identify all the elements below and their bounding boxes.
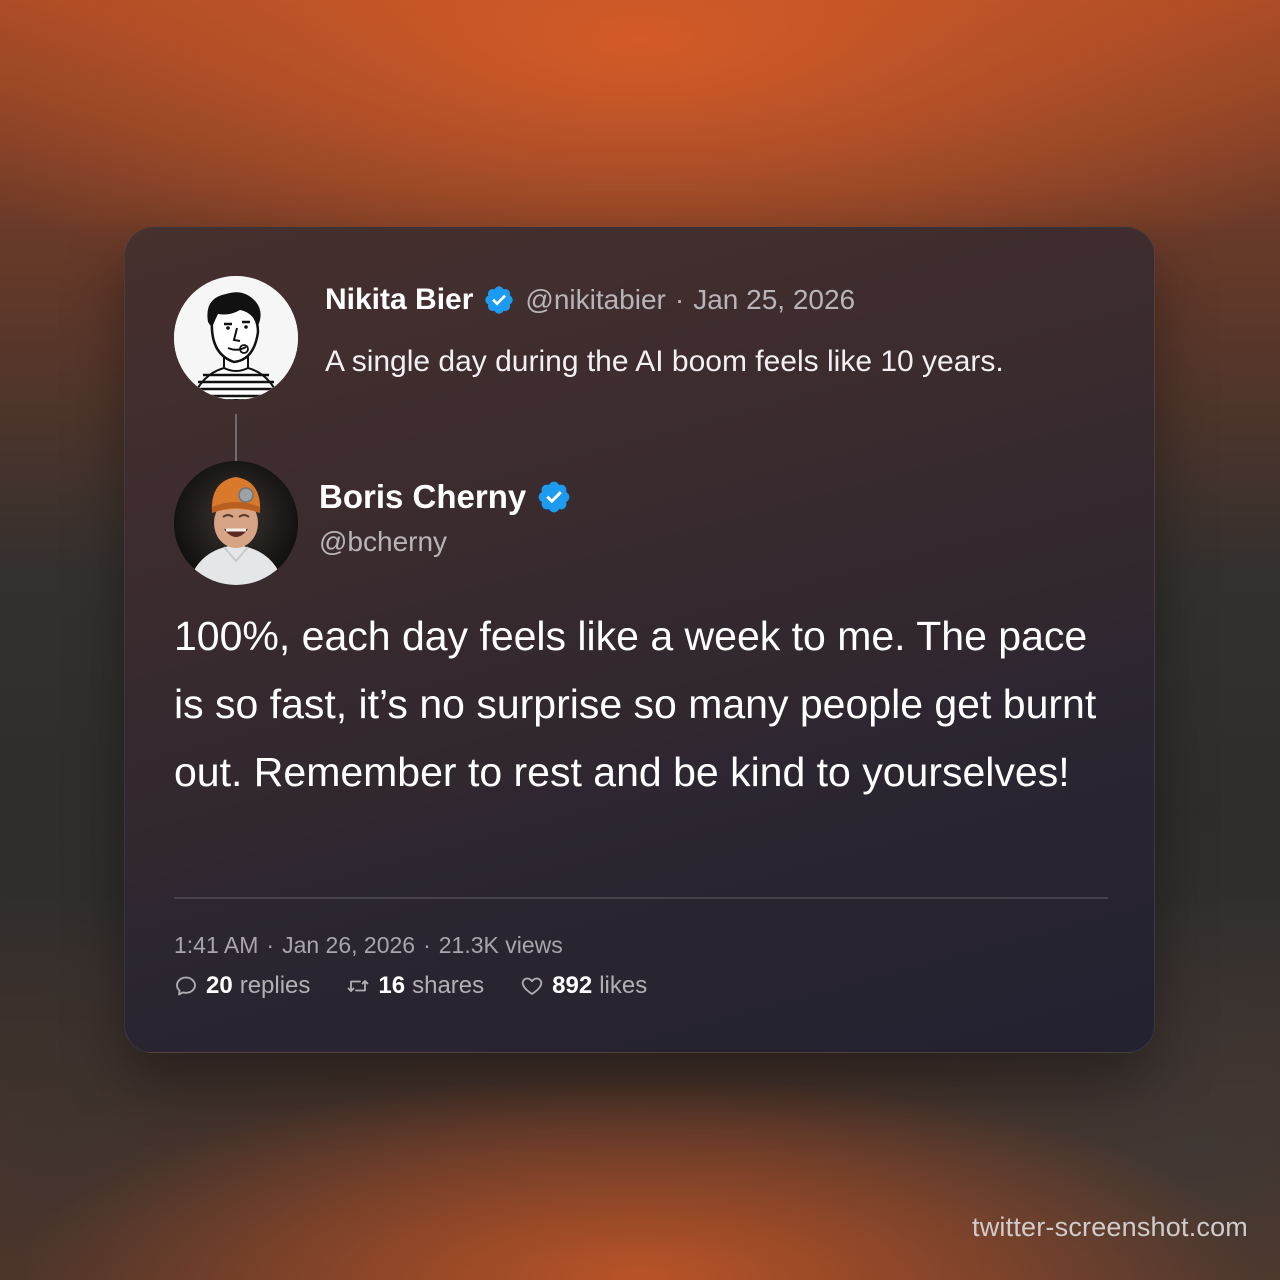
likes-stat[interactable]: 892 likes <box>520 972 647 1000</box>
shares-stat[interactable]: 16 shares <box>346 972 484 1000</box>
thread-connector-line <box>235 414 237 464</box>
parent-author-handle[interactable]: @nikitabier <box>525 284 665 316</box>
likes-count: 892 <box>552 972 593 999</box>
retweet-icon <box>346 974 370 998</box>
author-handle[interactable]: @bcherny <box>319 526 447 558</box>
watermark: twitter-screenshot.com <box>972 1212 1248 1242</box>
tweet-text: 100%, each day feels like a week to me. … <box>174 613 1097 795</box>
tweet-time[interactable]: 1:41 AM <box>174 932 258 959</box>
parent-tweet-text: A single day during the AI boom feels li… <box>325 345 1004 378</box>
shares-count: 16 <box>378 972 406 999</box>
tweet-views: 21.3K views <box>438 932 563 958</box>
sketch-portrait-icon <box>174 276 298 400</box>
replies-count: 20 <box>206 972 233 999</box>
shares-label: shares <box>412 972 485 999</box>
tweet-date[interactable]: Jan 26, 2026 <box>282 932 415 959</box>
divider <box>174 897 1108 899</box>
parent-tweet-header: Nikita Bier @nikitabier · Jan 25, 2026 <box>325 280 855 320</box>
photo-avatar-icon <box>174 461 298 585</box>
heart-icon <box>520 974 544 998</box>
tweet-meta: 1:41 AM · Jan 26, 2026 · 21.3K views <box>174 932 563 959</box>
verified-badge-icon <box>536 479 572 515</box>
author-name[interactable]: Boris Cherny <box>319 478 526 516</box>
tweet-header: Boris Cherny <box>319 478 572 516</box>
tweet-stats: 20 replies 16 shares 892 likes <box>174 972 683 1000</box>
dot-separator: · <box>674 284 685 315</box>
replies-label: replies <box>239 972 311 999</box>
dot-separator: · <box>423 932 431 958</box>
likes-label: likes <box>599 972 648 999</box>
author-avatar[interactable] <box>174 461 298 585</box>
parent-author-avatar[interactable] <box>174 276 298 400</box>
dot-separator: · <box>266 932 275 958</box>
replies-stat[interactable]: 20 replies <box>174 972 310 1000</box>
parent-tweet-date[interactable]: Jan 25, 2026 <box>693 284 855 316</box>
reply-bubble-icon <box>174 974 198 998</box>
parent-author-name[interactable]: Nikita Bier <box>325 283 473 317</box>
verified-badge-icon <box>483 284 515 316</box>
tweet-card: Nikita Bier @nikitabier · Jan 25, 2026 A… <box>124 227 1155 1053</box>
